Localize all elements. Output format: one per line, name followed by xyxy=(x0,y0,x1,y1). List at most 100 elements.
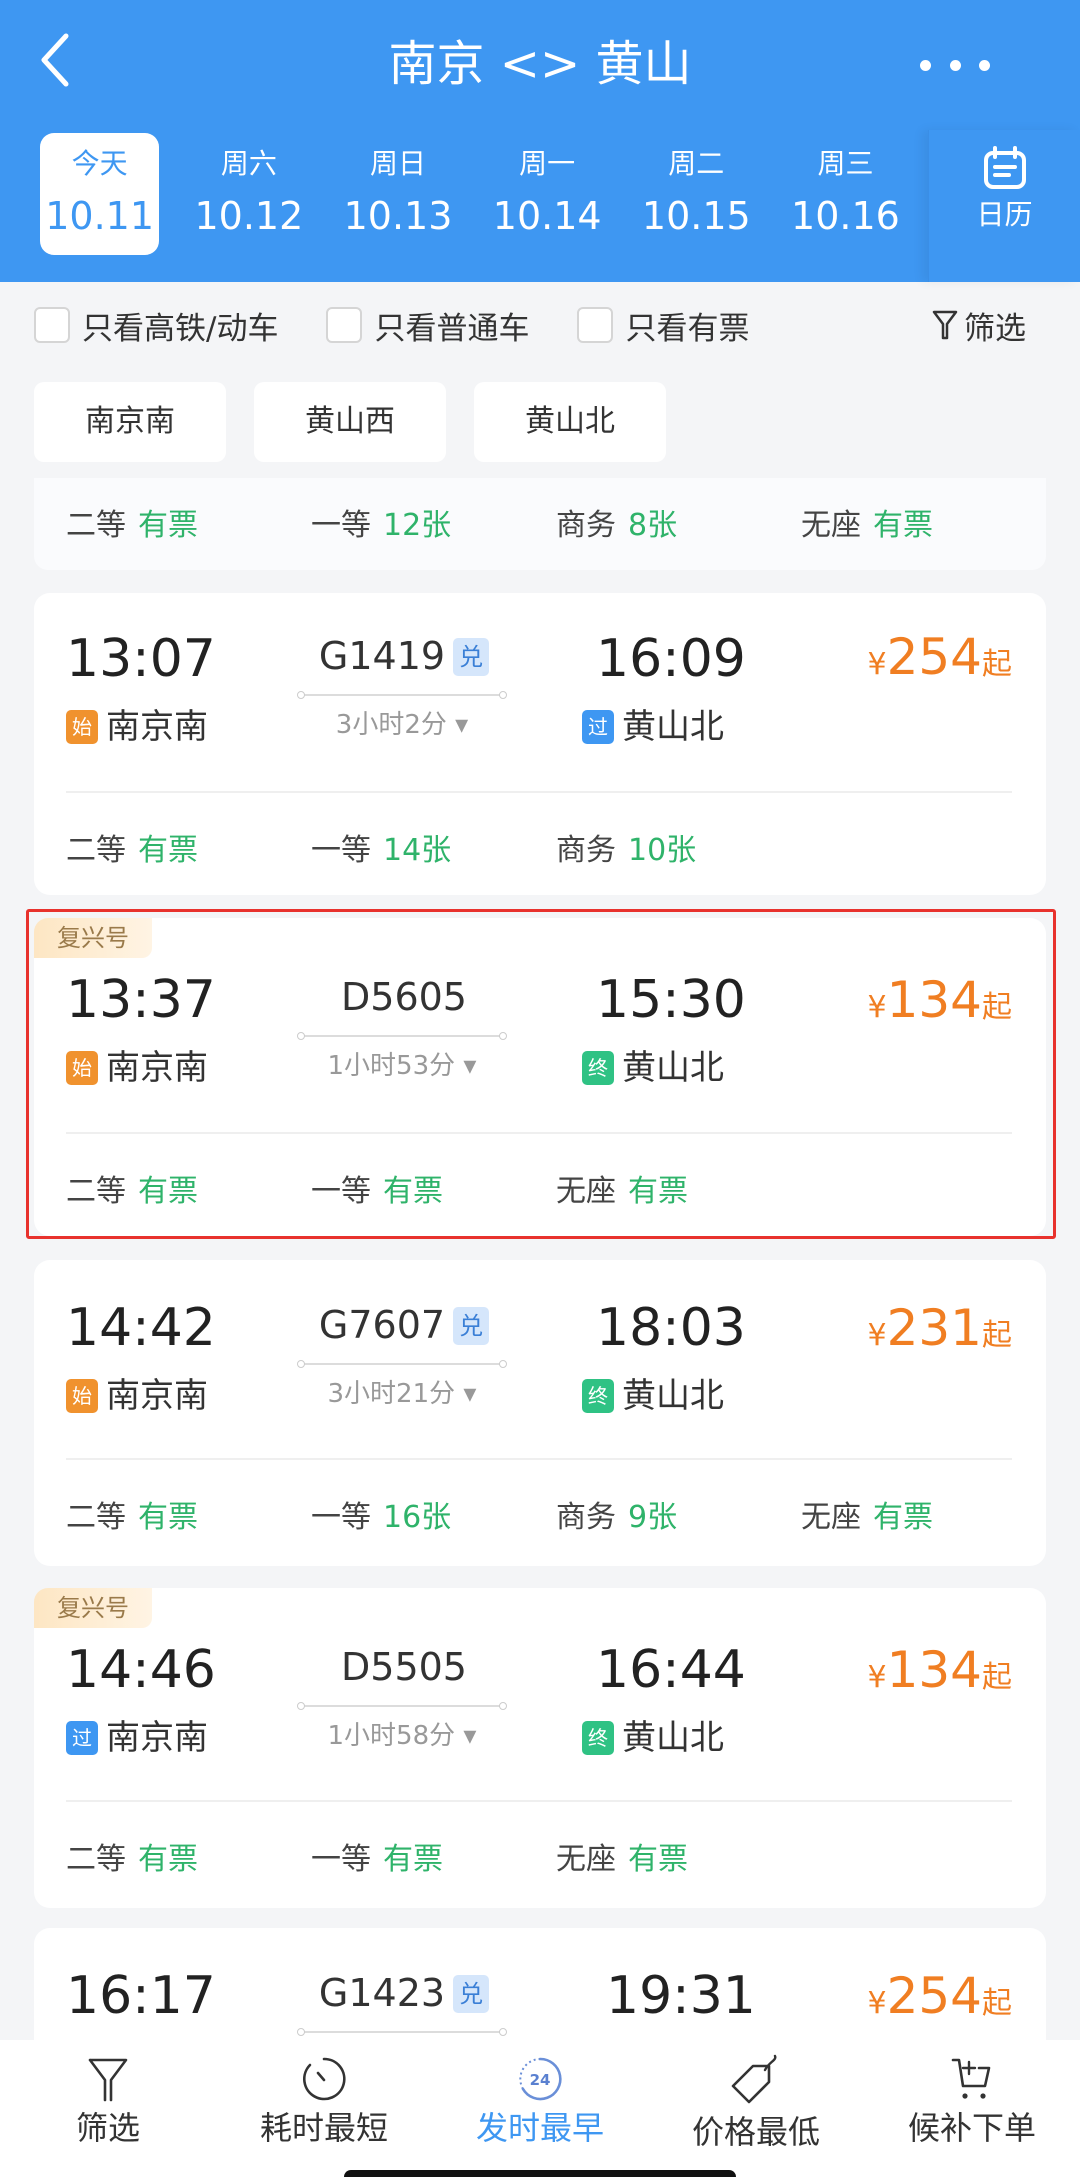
date-tab[interactable]: 周六 10.12 xyxy=(174,133,323,255)
date-tab-today[interactable]: 今天 10.11 xyxy=(40,133,160,255)
price-suffix: 起 xyxy=(982,1986,1012,2021)
date-tab[interactable]: 周二 10.15 xyxy=(622,133,771,255)
fuxing-badge: 复兴号 xyxy=(34,1588,152,1628)
divider xyxy=(66,1800,1012,1802)
route-line xyxy=(297,1702,507,1710)
to-station: 终黄山北 xyxy=(582,1374,724,1418)
train-number-text: G7607 xyxy=(318,1303,446,1347)
duration-toggle[interactable]: 1小时53分 ▾ xyxy=(300,1046,504,1086)
duration-text: 3小时21分 xyxy=(327,1379,456,1409)
arrival-time: 16:44 xyxy=(596,1640,746,1700)
from-station: 过南京南 xyxy=(66,1716,208,1760)
price-value: 254 xyxy=(886,1967,982,2025)
seat-availability: 14张 xyxy=(383,833,452,868)
tab-earliest-departure[interactable]: 24 发时最早 xyxy=(432,2040,648,2177)
seat-availability: 有票 xyxy=(138,1842,198,1877)
seat-availability: 10张 xyxy=(628,833,697,868)
seat-availability: 有票 xyxy=(628,1842,688,1877)
price: ¥254起 xyxy=(867,627,1012,695)
checkbox-box[interactable] xyxy=(577,307,614,343)
station-name: 黄山北 xyxy=(622,1048,724,1088)
filter-label: 筛选 xyxy=(964,310,1026,347)
route-line xyxy=(297,691,507,699)
station-chip[interactable]: 南京南 xyxy=(34,382,226,462)
date-tab[interactable]: 周日 10.13 xyxy=(323,133,472,255)
tab-filter[interactable]: 筛选 xyxy=(0,2040,216,2177)
seat-item: 一等 有票 xyxy=(311,1166,556,1210)
train-card-partial[interactable]: 二等 有票 一等 12张 商务 8张 无座 有票 xyxy=(34,478,1046,570)
seat-class: 二等 xyxy=(66,833,126,868)
exchange-badge: 兑 xyxy=(453,1307,490,1345)
train-card[interactable]: 13:07 G1419 兑 3小时2分 ▾ 16:09 始南京南 过黄山北 ¥25… xyxy=(34,593,1046,895)
seat-item: 一等 14张 xyxy=(311,825,556,869)
checkbox-box[interactable] xyxy=(326,307,363,343)
seat-item: 一等 16张 xyxy=(311,1492,556,1536)
seat-list: 二等 有票 一等 12张 商务 8张 无座 有票 xyxy=(66,500,1046,544)
date-weekday: 周六 xyxy=(220,147,277,180)
calendar-icon xyxy=(983,146,1026,189)
date-selector: 今天 10.11 周六 10.12 周日 10.13 周一 10.14 周二 1… xyxy=(40,133,920,255)
checkbox-label: 只看普通车 xyxy=(374,310,530,347)
regular-only-checkbox[interactable]: 只看普通车 xyxy=(326,303,529,348)
available-only-checkbox[interactable]: 只看有票 xyxy=(577,303,749,348)
train-card[interactable]: 复兴号 14:46 D5505 1小时58分 ▾ 16:44 过南京南 终黄山北… xyxy=(34,1588,1046,1908)
date-weekday: 周二 xyxy=(668,147,725,180)
more-button[interactable] xyxy=(920,40,990,90)
duration-text: 1小时53分 xyxy=(327,1051,456,1081)
duration-toggle[interactable]: 3小时21分 ▾ xyxy=(300,1374,504,1414)
station-name: 黄山北 xyxy=(622,1376,724,1416)
seat-availability: 有票 xyxy=(383,1174,443,1209)
start-tag: 始 xyxy=(66,1379,98,1413)
route-line xyxy=(297,2028,507,2036)
seat-item: 无座 有票 xyxy=(801,1492,1046,1536)
tab-label: 价格最低 xyxy=(691,2113,820,2151)
price: ¥134起 xyxy=(867,970,1012,1038)
seat-class: 商务 xyxy=(556,1500,616,1535)
seat-availability: 有票 xyxy=(873,508,933,543)
tab-lowest-price[interactable]: 价格最低 xyxy=(648,2040,864,2177)
date-tab[interactable]: 周三 10.16 xyxy=(771,133,920,255)
train-number-text: G1423 xyxy=(318,1971,446,2015)
price-suffix: 起 xyxy=(982,990,1012,1025)
duration-toggle[interactable]: 1小时58分 ▾ xyxy=(300,1716,504,1756)
divider xyxy=(66,1458,1012,1460)
station-chip[interactable]: 黄山北 xyxy=(474,382,666,462)
tab-waitlist-order[interactable]: 候补下单 xyxy=(864,2040,1080,2177)
route-line xyxy=(297,1360,507,1368)
train-number-text: G1419 xyxy=(318,634,446,678)
train-card[interactable]: 复兴号 13:37 D5605 1小时53分 ▾ 15:30 始南京南 终黄山北… xyxy=(34,918,1046,1236)
train-number-text: D5505 xyxy=(341,1645,467,1689)
seat-class: 商务 xyxy=(556,833,616,868)
price-value: 231 xyxy=(886,1299,982,1357)
bottom-tab-bar: 筛选 耗时最短 24 发时最早 价格最低 候补下单 xyxy=(0,2040,1080,2177)
currency-symbol: ¥ xyxy=(867,1660,887,1695)
seat-item: 无座 有票 xyxy=(556,1834,801,1878)
date-tab[interactable]: 周一 10.14 xyxy=(473,133,622,255)
seat-item: 无座 有票 xyxy=(556,1166,801,1210)
seat-item: 商务 9张 xyxy=(556,1492,801,1536)
seat-class: 一等 xyxy=(311,1842,371,1877)
checkbox-box[interactable] xyxy=(34,307,70,343)
seat-item: 一等 12张 xyxy=(311,500,556,544)
seat-item: 无座 有票 xyxy=(801,500,1046,544)
duration-toggle[interactable]: 3小时2分 ▾ xyxy=(300,705,504,745)
train-number: G1419 兑 xyxy=(302,631,506,681)
tab-shortest-duration[interactable]: 耗时最短 xyxy=(216,2040,432,2177)
cart-add-icon xyxy=(951,2058,991,2099)
station-chip[interactable]: 黄山西 xyxy=(254,382,446,462)
to-station: 终黄山北 xyxy=(582,1716,724,1760)
station-name: 南京南 xyxy=(106,707,208,747)
calendar-button[interactable]: 日历 xyxy=(928,130,1080,282)
filter-button[interactable]: 筛选 xyxy=(932,303,1026,348)
currency-symbol: ¥ xyxy=(867,990,887,1025)
station-name: 南京南 xyxy=(106,1718,208,1758)
filter-icon xyxy=(932,310,958,340)
timer-icon xyxy=(303,2057,346,2101)
filter-icon xyxy=(88,2058,128,2102)
date-weekday: 周三 xyxy=(817,147,874,180)
date-value: 10.15 xyxy=(641,194,751,238)
high-speed-only-checkbox[interactable]: 只看高铁/动车 xyxy=(34,303,278,348)
tab-label: 耗时最短 xyxy=(259,2109,388,2147)
seat-item: 二等 有票 xyxy=(66,1166,311,1210)
train-card[interactable]: 14:42 G7607 兑 3小时21分 ▾ 18:03 始南京南 终黄山北 ¥2… xyxy=(34,1260,1046,1566)
